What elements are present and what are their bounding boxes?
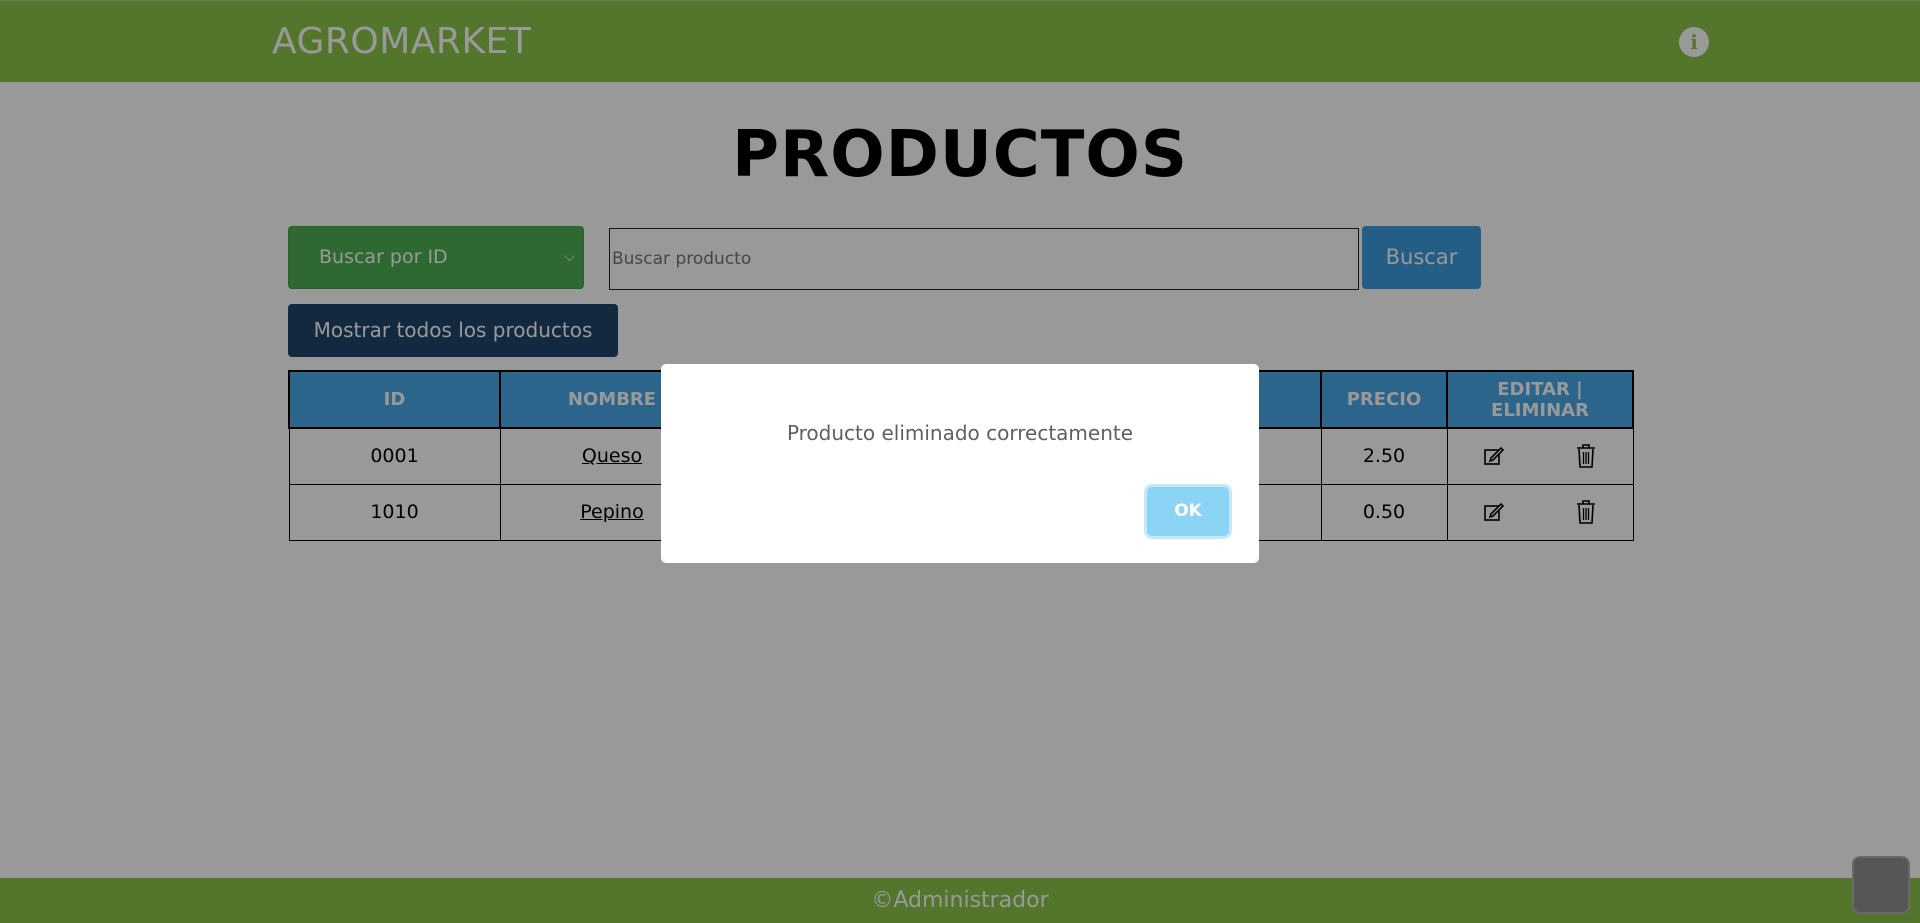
ok-button[interactable]: OK <box>1147 487 1229 536</box>
alert-dialog: Producto eliminado correctamente OK <box>661 364 1259 563</box>
dialog-message: Producto eliminado correctamente <box>786 421 1134 445</box>
